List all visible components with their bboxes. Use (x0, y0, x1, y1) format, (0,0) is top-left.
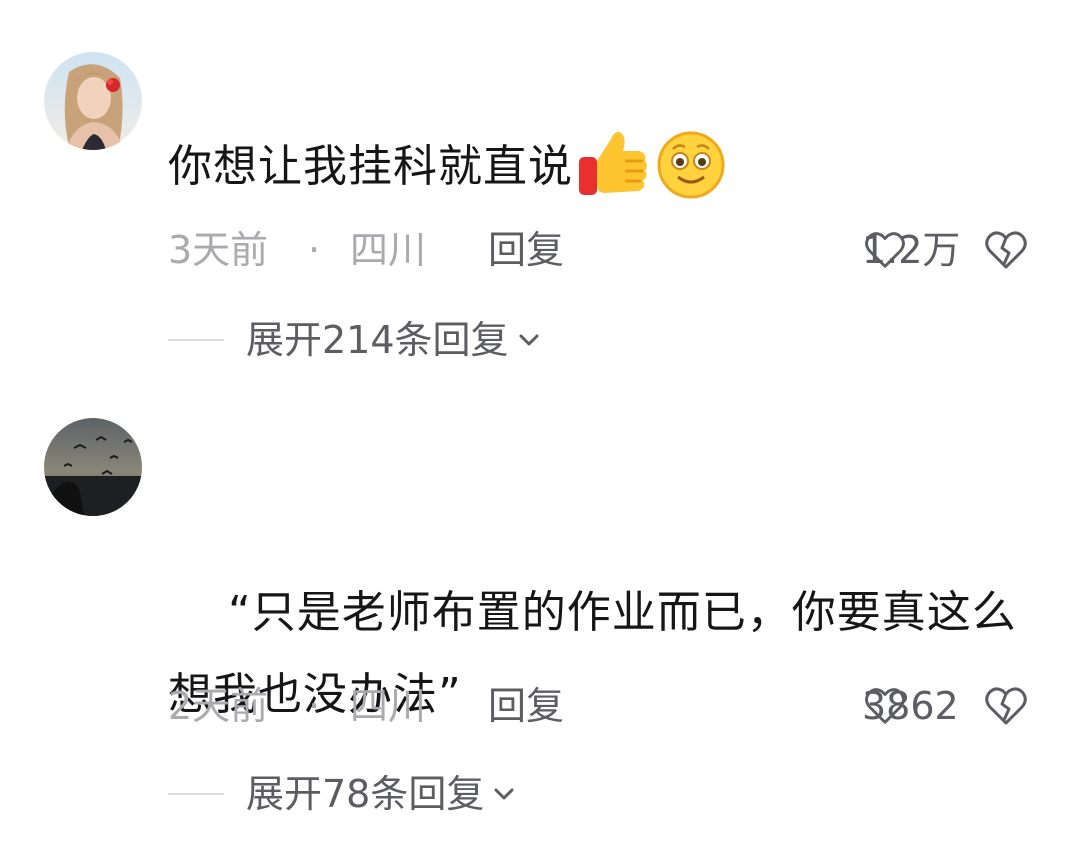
separator-dot: · (308, 228, 321, 272)
comment-location: 四川 (350, 684, 427, 728)
expand-replies-label: 展开78条回复 (246, 772, 485, 816)
user-avatar[interactable] (44, 418, 142, 516)
broken-heart-icon[interactable] (982, 226, 1030, 274)
comment-location: 四川 (350, 228, 427, 272)
expand-replies-button[interactable]: 展开78条回复 (168, 764, 518, 824)
reply-button[interactable]: 回复 (488, 676, 564, 736)
separator-dot: · (308, 684, 321, 728)
thumbs-up-icon (579, 131, 647, 195)
like-count: 3862 (862, 684, 959, 728)
comment-meta: 2天前 · 四川 回复 3862 (168, 676, 1080, 736)
reply-button[interactable]: 回复 (488, 220, 564, 280)
comment-text: 你想让我挂科就直说 (168, 126, 1048, 208)
comment-body: 你想让我挂科就直说 (168, 141, 573, 192)
comment-time: 3天前 (168, 228, 269, 272)
like-button[interactable]: 3862 (862, 676, 959, 736)
smiling-face-icon (657, 131, 725, 199)
comment-meta: 3天前 · 四川 回复 1.2万 (168, 220, 1080, 280)
expand-replies-button[interactable]: 展开214条回复 (168, 310, 543, 370)
chevron-down-icon (494, 788, 514, 800)
like-button[interactable]: 1.2万 (862, 220, 960, 280)
user-avatar[interactable] (44, 52, 142, 150)
like-count: 1.2万 (862, 228, 961, 272)
broken-heart-icon[interactable] (982, 682, 1030, 730)
divider-line (168, 793, 224, 795)
comment-time: 2天前 (168, 684, 269, 728)
divider-line (168, 339, 224, 341)
chevron-down-icon (519, 334, 539, 346)
expand-replies-label: 展开214条回复 (246, 318, 509, 362)
